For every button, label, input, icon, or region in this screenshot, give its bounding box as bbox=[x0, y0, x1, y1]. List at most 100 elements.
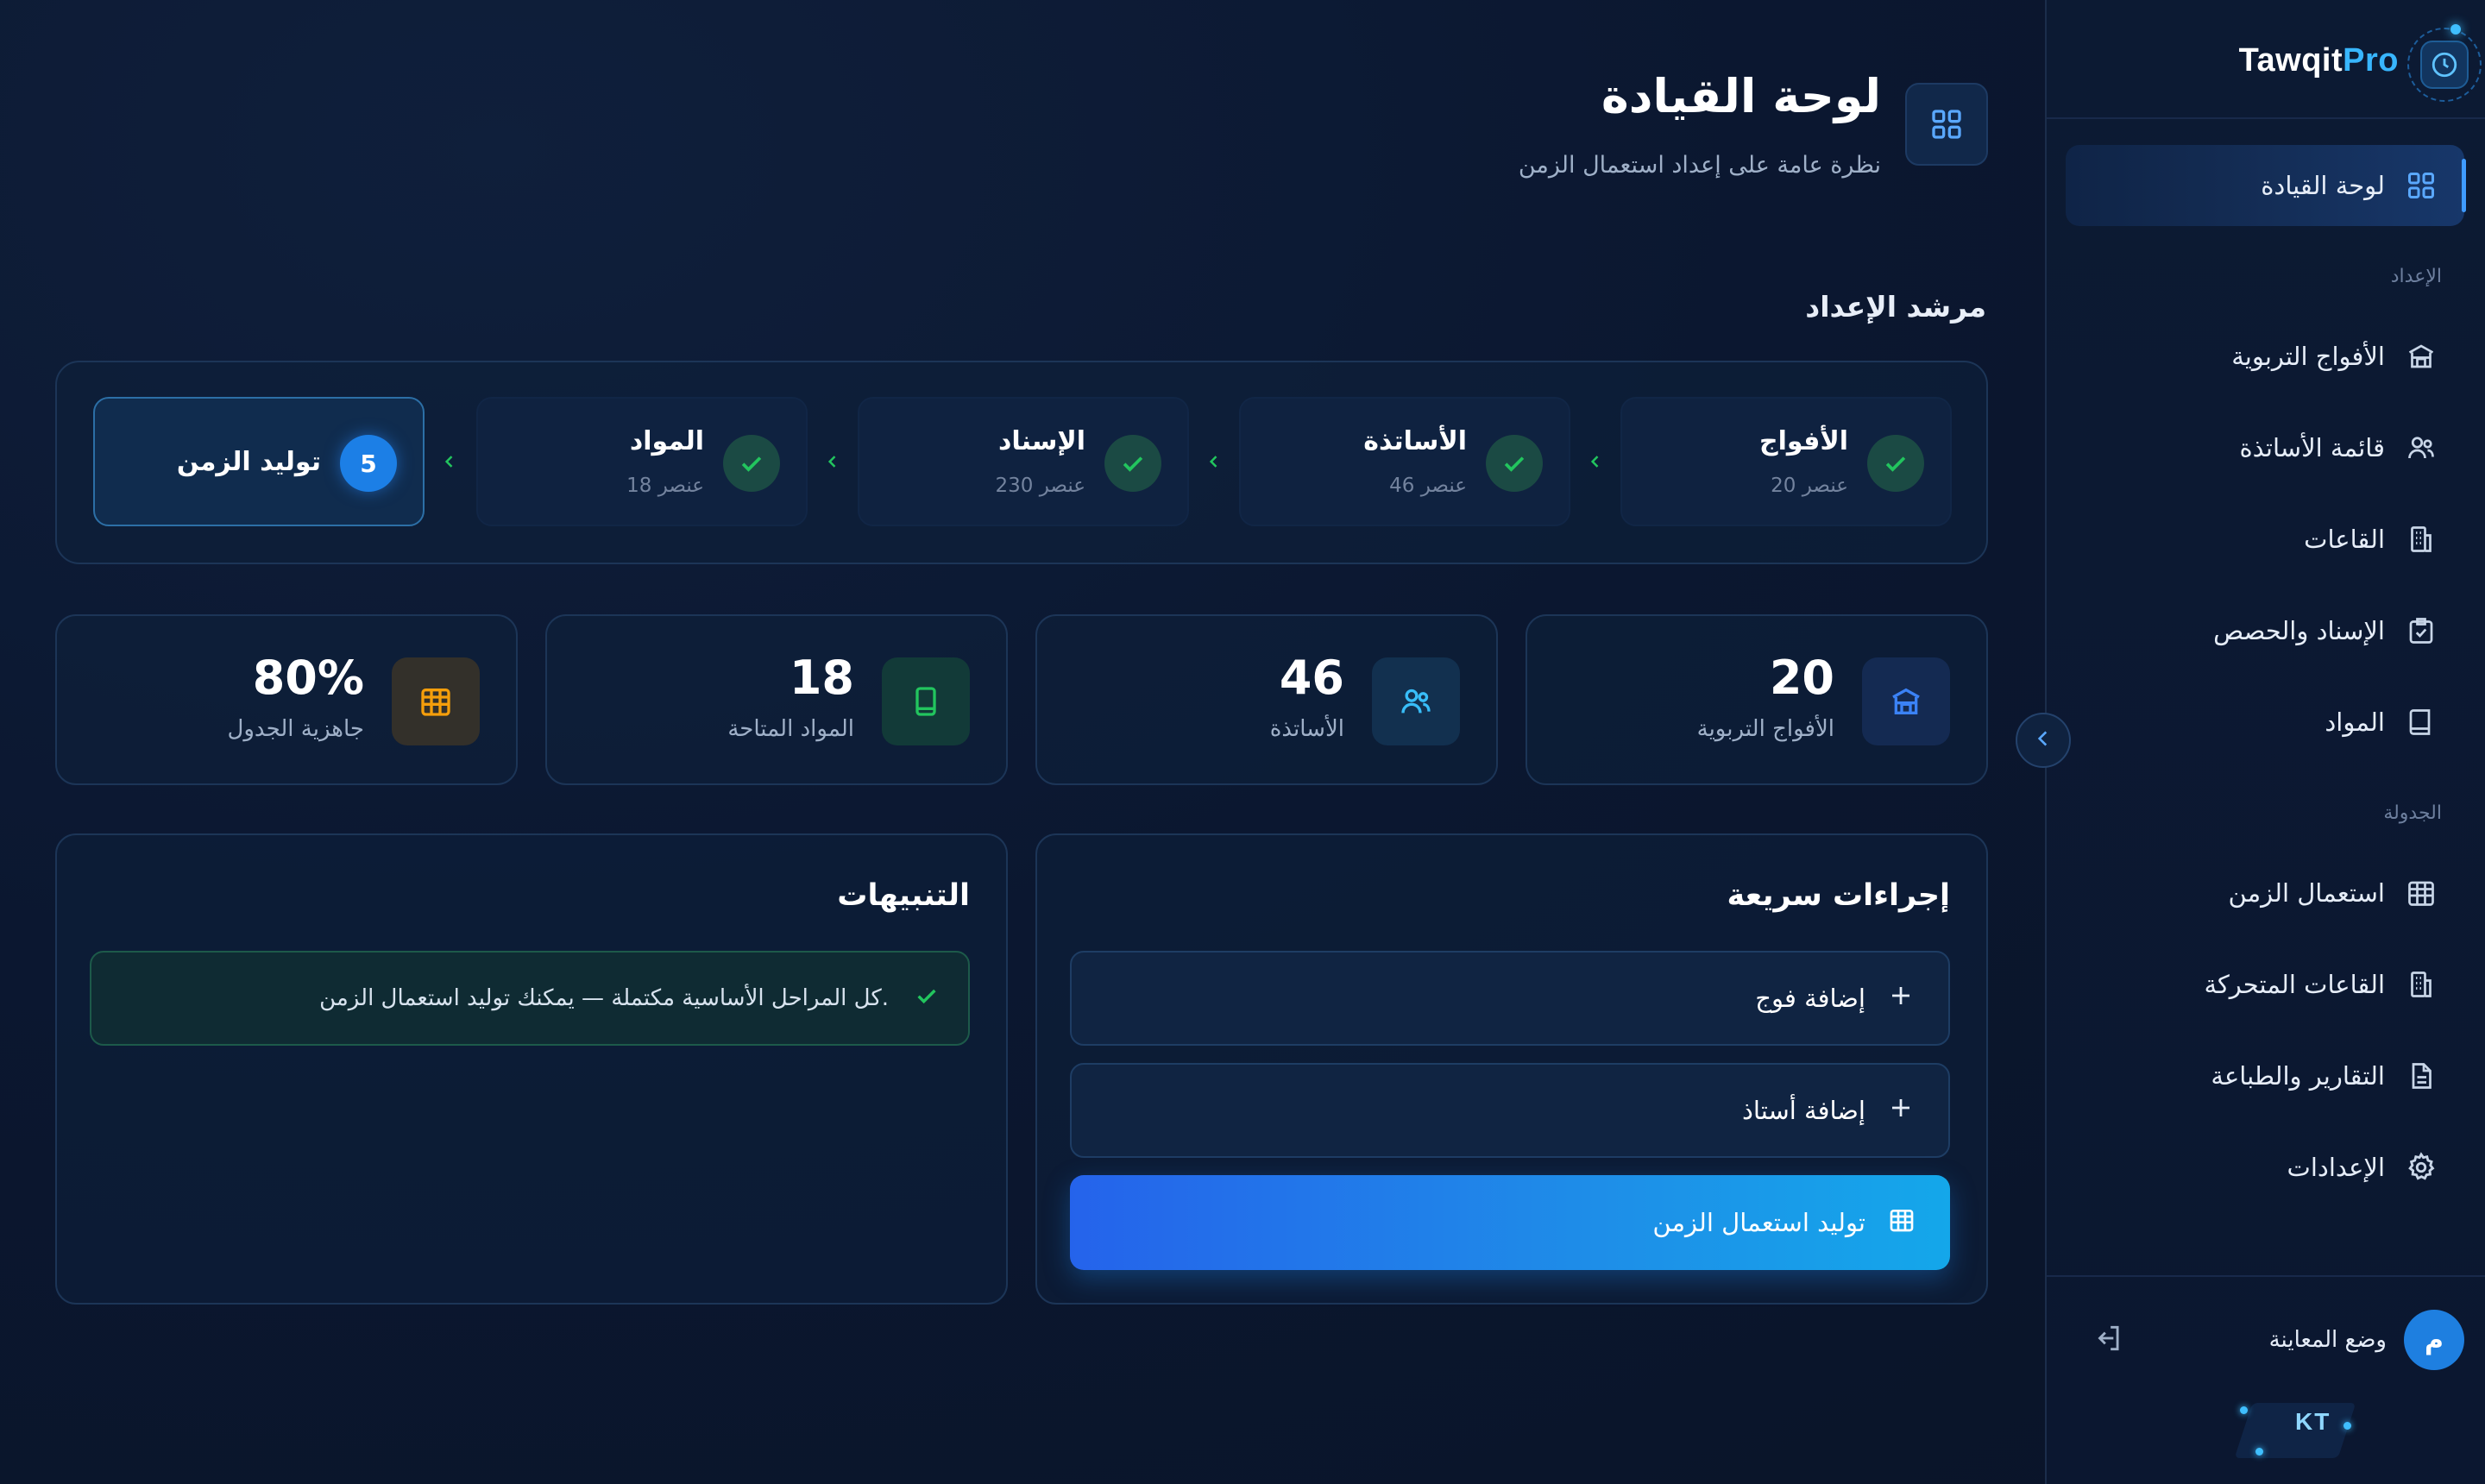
brand[interactable]: TawqitPro bbox=[2238, 24, 2482, 102]
action-label: توليد استعمال الزمن bbox=[1652, 1208, 1865, 1237]
wizard-step-subjects[interactable]: المواد 18 عنصر bbox=[476, 397, 808, 526]
quick-actions-panel: إجراءات سريعة إضافة فوج إضافة أستاذ تولي… bbox=[1035, 833, 1988, 1305]
check-icon bbox=[1867, 435, 1924, 492]
chevron-left-icon bbox=[2032, 727, 2054, 753]
user-info[interactable]: وضع المعاينة م bbox=[2269, 1310, 2464, 1370]
alert-text: كل المراحل الأساسية مكتملة — يمكنك توليد… bbox=[319, 985, 889, 1011]
dashboard-icon bbox=[2404, 168, 2438, 203]
alerts-panel: التنبيهات كل المراحل الأساسية مكتملة — ي… bbox=[55, 833, 1008, 1305]
add-teacher-button[interactable]: إضافة أستاذ bbox=[1070, 1063, 1950, 1158]
stat-value: 80% bbox=[252, 651, 364, 705]
sidebar: TawqitPro لوحة القيادة الإعداد الأفواج ا… bbox=[2045, 0, 2485, 1484]
clipboard-check-icon bbox=[2404, 613, 2438, 648]
chevron-left-icon bbox=[1582, 449, 1608, 475]
sidebar-item-label: المواد bbox=[2325, 707, 2385, 737]
sidebar-section-schedule: الجدولة bbox=[2383, 802, 2442, 824]
gear-icon bbox=[2404, 1150, 2438, 1185]
step-count: 18 عنصر bbox=[626, 475, 704, 497]
sidebar-item-label: الأفواج التربوية bbox=[2231, 342, 2385, 371]
stat-value: 20 bbox=[1769, 651, 1834, 705]
setup-wizard: الأفواج 20 عنصر الأساتذة 46 عنصر الإسناد… bbox=[55, 361, 1988, 564]
add-group-button[interactable]: إضافة فوج bbox=[1070, 951, 1950, 1046]
wizard-step-generate[interactable]: 5 توليد الزمن bbox=[93, 397, 425, 526]
stat-label: الأفواج التربوية bbox=[1696, 716, 1834, 742]
sidebar-item-subjects[interactable]: المواد bbox=[2066, 682, 2464, 763]
clock-logo-icon bbox=[2407, 24, 2482, 102]
sidebar-item-label: الإسناد والحصص bbox=[2213, 616, 2385, 645]
sidebar-item-label: القاعات bbox=[2304, 525, 2385, 554]
logout-icon[interactable] bbox=[2092, 1322, 2124, 1358]
grid-calendar-icon bbox=[1888, 1206, 1916, 1240]
sidebar-divider bbox=[2047, 117, 2485, 119]
sidebar-section-setup: الإعداد bbox=[2390, 266, 2442, 287]
sidebar-item-label: التقارير والطباعة bbox=[2211, 1061, 2385, 1091]
plus-icon bbox=[1888, 1095, 1914, 1127]
action-label: إضافة أستاذ bbox=[1741, 1096, 1865, 1125]
step-name: الأفواج bbox=[1759, 426, 1848, 456]
check-icon bbox=[913, 982, 941, 1016]
sidebar-item-groups[interactable]: الأفواج التربوية bbox=[2066, 316, 2464, 397]
page-title: لوحة القيادة bbox=[1601, 69, 1881, 123]
plus-icon bbox=[1888, 983, 1914, 1015]
building-icon bbox=[2404, 522, 2438, 556]
brand-name: TawqitPro bbox=[2238, 41, 2399, 79]
grid-calendar-icon bbox=[392, 657, 480, 745]
step-name: المواد bbox=[629, 426, 704, 456]
wizard-title: مرشد الإعداد bbox=[1805, 290, 1986, 324]
step-name: توليد الزمن bbox=[176, 447, 321, 477]
panel-title: التنبيهات bbox=[837, 878, 970, 913]
sidebar-item-label: لوحة القيادة bbox=[2261, 171, 2385, 200]
generate-timetable-button[interactable]: توليد استعمال الزمن bbox=[1070, 1175, 1950, 1270]
page-subtitle: نظرة عامة على إعداد استعمال الزمن bbox=[1518, 152, 1881, 179]
wizard-step-teachers[interactable]: الأساتذة 46 عنصر bbox=[1239, 397, 1570, 526]
check-icon bbox=[1104, 435, 1161, 492]
collapse-sidebar-button[interactable] bbox=[2016, 713, 2071, 768]
sidebar-item-dashboard[interactable]: لوحة القيادة bbox=[2066, 145, 2466, 226]
sidebar-item-label: استعمال الزمن bbox=[2228, 878, 2386, 908]
user-mode-label: وضع المعاينة bbox=[2268, 1327, 2387, 1353]
book-icon bbox=[882, 657, 970, 745]
sidebar-item-rooms[interactable]: القاعات bbox=[2066, 499, 2464, 580]
check-icon bbox=[1486, 435, 1543, 492]
wizard-step-groups[interactable]: الأفواج 20 عنصر bbox=[1620, 397, 1952, 526]
avatar: م bbox=[2404, 1310, 2464, 1370]
sidebar-item-assignments[interactable]: الإسناد والحصص bbox=[2066, 590, 2464, 671]
grid-calendar-icon bbox=[2404, 876, 2438, 910]
sidebar-item-reports[interactable]: التقارير والطباعة bbox=[2066, 1035, 2464, 1116]
stat-card-teachers: 46 الأساتذة bbox=[1035, 614, 1498, 785]
kt-badge-logo: KT bbox=[2226, 1396, 2356, 1458]
app: TawqitPro لوحة القيادة الإعداد الأفواج ا… bbox=[0, 0, 2485, 1484]
school-building-icon bbox=[2404, 339, 2438, 374]
step-count: 230 عنصر bbox=[995, 475, 1085, 497]
action-label: إضافة فوج bbox=[1755, 984, 1865, 1013]
panel-title: إجراءات سريعة bbox=[1727, 878, 1950, 913]
dashboard-icon bbox=[1905, 83, 1988, 166]
users-icon bbox=[1372, 657, 1460, 745]
stat-value: 46 bbox=[1279, 651, 1344, 705]
building-icon bbox=[2404, 967, 2438, 1002]
step-count: 46 عنصر bbox=[1389, 475, 1467, 497]
sidebar-item-settings[interactable]: الإعدادات bbox=[2066, 1127, 2464, 1208]
school-building-icon bbox=[1862, 657, 1950, 745]
user-box: وضع المعاينة م bbox=[2066, 1301, 2464, 1379]
alert-item: كل المراحل الأساسية مكتملة — يمكنك توليد… bbox=[90, 951, 970, 1046]
wizard-step-assignments[interactable]: الإسناد 230 عنصر bbox=[858, 397, 1189, 526]
stat-label: جاهزية الجدول bbox=[227, 716, 364, 742]
sidebar-item-timetable[interactable]: استعمال الزمن bbox=[2066, 852, 2464, 934]
sidebar-item-teachers[interactable]: قائمة الأساتذة bbox=[2066, 407, 2464, 488]
book-icon bbox=[2404, 705, 2438, 739]
sidebar-item-label: قائمة الأساتذة bbox=[2239, 433, 2385, 462]
stat-card-readiness: 80% جاهزية الجدول bbox=[55, 614, 518, 785]
chevron-left-icon bbox=[1201, 449, 1227, 475]
step-name: الإسناد bbox=[997, 426, 1085, 456]
sidebar-divider bbox=[2047, 1275, 2485, 1277]
chevron-left-icon bbox=[437, 449, 462, 475]
sidebar-item-label: القاعات المتحركة bbox=[2204, 970, 2385, 999]
stat-card-subjects: 18 المواد المتاحة bbox=[545, 614, 1008, 785]
stat-label: الأساتذة bbox=[1269, 716, 1344, 742]
step-number-badge: 5 bbox=[340, 435, 397, 492]
stat-card-groups: 20 الأفواج التربوية bbox=[1526, 614, 1988, 785]
sidebar-item-mobile-rooms[interactable]: القاعات المتحركة bbox=[2066, 944, 2464, 1025]
sidebar-item-label: الإعدادات bbox=[2287, 1153, 2385, 1182]
step-name: الأساتذة bbox=[1363, 426, 1467, 456]
